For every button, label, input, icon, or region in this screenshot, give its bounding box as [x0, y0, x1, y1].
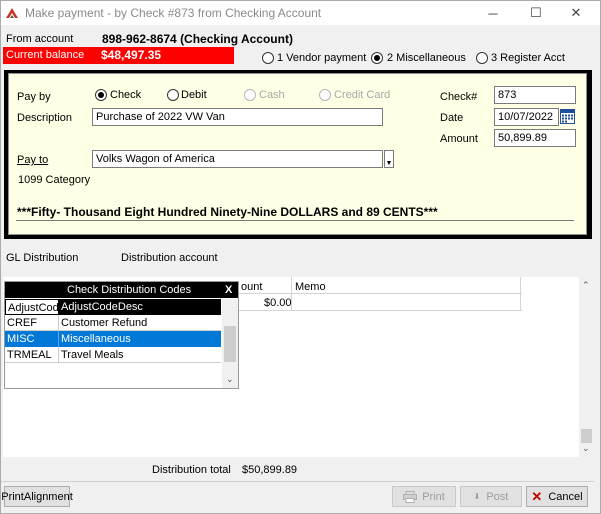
popup-col-code-header[interactable]: AdjustCode	[5, 299, 59, 315]
miscellaneous-radio[interactable]	[371, 52, 383, 64]
popup-title-bar[interactable]: Check Distribution Codes X	[5, 282, 238, 298]
grid-row-amount[interactable]: $0.00	[264, 297, 292, 309]
amount-words-underline	[16, 220, 574, 221]
popup-code-cell: MISC	[5, 331, 59, 347]
grid-vertical-scrollbar[interactable]: ⌃ ⌄	[579, 277, 594, 457]
scroll-thumb[interactable]	[581, 429, 592, 443]
minimize-button[interactable]: ─	[477, 1, 509, 25]
print-button[interactable]: Print	[392, 486, 456, 507]
pay-by-check-radio[interactable]	[95, 89, 107, 101]
scroll-up-icon[interactable]: ⌃	[582, 280, 590, 291]
popup-code-row[interactable]: TRMEAL Travel Meals	[5, 347, 221, 363]
description-label: Description	[17, 112, 73, 124]
printer-icon	[403, 490, 418, 503]
print-alignment-button[interactable]: PrintAlignment	[1, 486, 73, 507]
close-window-button[interactable]: ✕	[560, 1, 592, 25]
gl-distribution-label: GL Distribution	[6, 252, 79, 264]
popup-desc-cell: Customer Refund	[59, 315, 221, 331]
distribution-total-value: $50,899.89	[242, 464, 298, 476]
amount-in-words: ***Fifty- Thousand Eight Hundred Ninety-…	[17, 205, 438, 219]
popup-code-cell: CREF	[5, 315, 59, 331]
window-title: Make payment - by Check #873 from Checki…	[25, 6, 322, 20]
category-1099-label: 1099 Category	[18, 174, 91, 186]
post-arrow-icon: ⬇	[473, 492, 481, 501]
payment-panel: Pay by Check Debit Cash Credit Card Desc…	[8, 73, 587, 235]
title-bar[interactable]: Make payment - by Check #873 from Checki…	[1, 1, 600, 25]
app-logo-icon	[6, 8, 18, 18]
register-acct-radio[interactable]	[476, 52, 488, 64]
from-account-label: From account	[6, 33, 74, 45]
description-input[interactable]: Purchase of 2022 VW Van	[92, 108, 383, 126]
payment-panel-frame: Pay by Check Debit Cash Credit Card Desc…	[4, 70, 592, 239]
pay-to-dropdown-button[interactable]: ▼	[384, 150, 394, 168]
pay-by-label: Pay by	[17, 91, 51, 103]
date-label: Date	[440, 112, 464, 124]
popup-code-row-selected[interactable]: MISC Miscellaneous	[5, 331, 221, 347]
register-acct-label: 3 Register Acct	[491, 52, 565, 64]
pay-by-debit-radio[interactable]	[167, 89, 179, 101]
pay-to-label: Pay to	[17, 154, 49, 166]
grid-column-separator	[520, 277, 521, 311]
popup-desc-cell: Travel Meals	[59, 347, 221, 363]
chevron-down-icon: ▼	[385, 160, 393, 167]
popup-header-row: AdjustCode AdjustCodeDesc	[5, 299, 221, 315]
miscellaneous-label: 2 Miscellaneous	[387, 52, 466, 64]
vendor-payment-radio[interactable]	[262, 52, 274, 64]
make-payment-window: Make payment - by Check #873 from Checki…	[0, 0, 601, 514]
close-icon: ✕	[531, 488, 543, 504]
cancel-button-label: Cancel	[548, 490, 583, 503]
pay-by-credit-card-label: Credit Card	[334, 89, 391, 101]
cancel-button[interactable]: ✕ Cancel	[526, 486, 588, 507]
from-account-value: 898-962-8674 (Checking Account)	[102, 32, 293, 46]
check-number-input[interactable]: 873	[494, 86, 576, 104]
popup-col-desc-header[interactable]: AdjustCodeDesc	[59, 299, 221, 315]
current-balance-bar: Current balance $48,497.35	[3, 47, 234, 64]
check-number-label: Check#	[440, 91, 478, 103]
pay-to-combobox[interactable]: Volks Wagon of America	[92, 150, 383, 168]
pay-by-check-label: Check	[110, 89, 142, 101]
calendar-icon[interactable]	[560, 109, 575, 124]
amount-input[interactable]: 50,899.89	[494, 129, 576, 147]
popup-title: Check Distribution Codes	[67, 284, 192, 296]
popup-desc-cell: Miscellaneous	[61, 333, 131, 345]
pay-by-debit-label: Debit	[181, 89, 207, 101]
popup-code-cell: TRMEAL	[5, 347, 59, 363]
distribution-codes-popup[interactable]: Check Distribution Codes X AdjustCode Ad…	[4, 281, 239, 389]
distribution-total-label: Distribution total	[152, 464, 231, 476]
pay-by-credit-card-radio[interactable]	[319, 89, 331, 101]
popup-scroll-thumb[interactable]	[224, 326, 236, 362]
scroll-down-icon[interactable]: ⌄	[582, 443, 590, 454]
pay-by-cash-label: Cash	[259, 89, 285, 101]
pay-by-cash-radio[interactable]	[244, 89, 256, 101]
popup-scroll-down-icon[interactable]: ⌄	[226, 374, 234, 385]
date-input[interactable]: 10/07/2022	[494, 108, 559, 126]
current-balance-value: $48,497.35	[101, 48, 162, 62]
distribution-account-label: Distribution account	[121, 252, 218, 264]
vendor-payment-label: 1 Vendor payment	[277, 52, 367, 64]
popup-close-button[interactable]: X	[225, 284, 232, 296]
maximize-button[interactable]: ☐	[520, 1, 552, 25]
popup-vertical-scrollbar[interactable]: ⌄	[222, 299, 238, 388]
amount-label: Amount	[440, 133, 478, 145]
grid-amount-header: ount	[241, 281, 263, 293]
grid-memo-header: Memo	[295, 281, 326, 293]
post-button[interactable]: ⬇ Post	[460, 486, 522, 507]
print-button-label: Print	[422, 490, 445, 503]
popup-code-row[interactable]: CREF Customer Refund	[5, 315, 221, 331]
current-balance-label: Current balance	[6, 49, 85, 61]
post-button-label: Post	[486, 490, 509, 503]
footer-divider	[1, 481, 594, 482]
